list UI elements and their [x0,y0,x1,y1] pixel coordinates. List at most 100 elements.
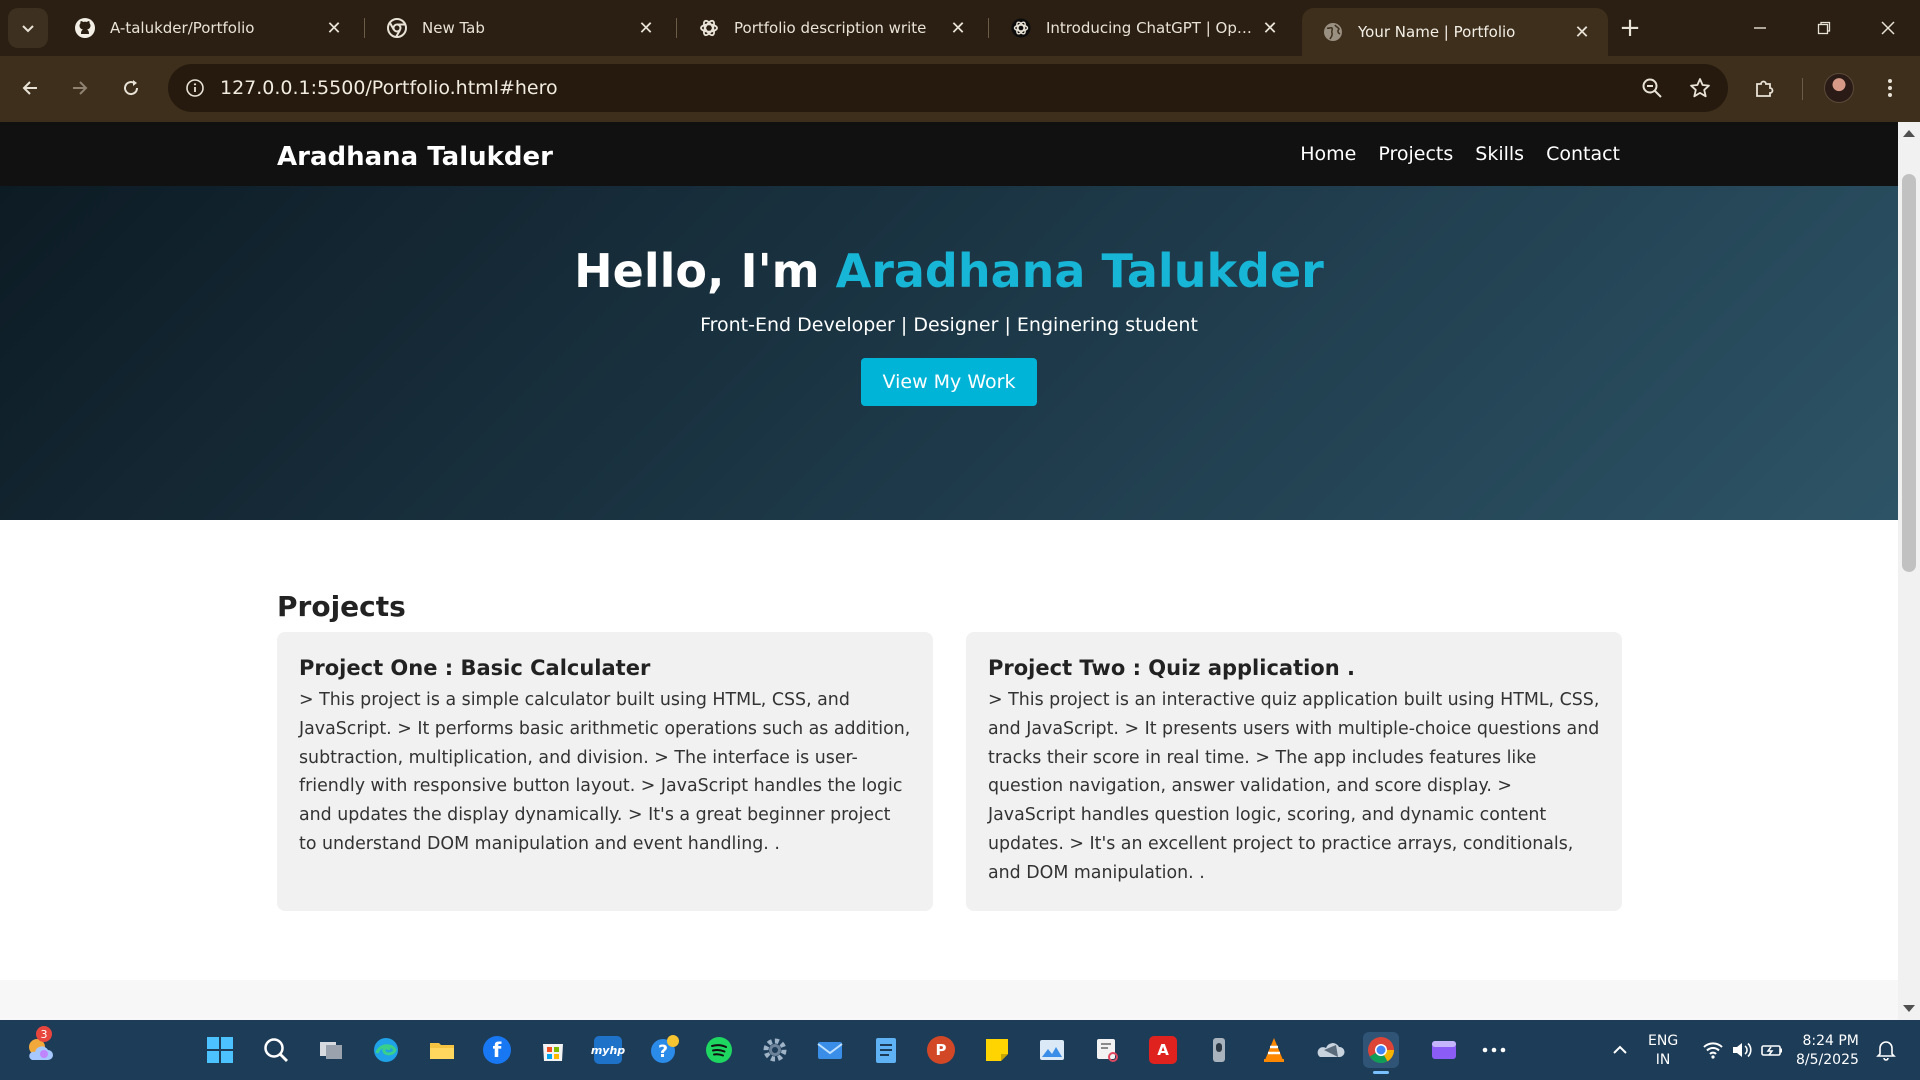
nav-link-contact[interactable]: Contact [1546,143,1620,165]
github-icon [74,17,96,39]
projects-section: Projects Project One : Basic Calculater … [0,520,1898,980]
hero-heading: Hello, I'm Aradhana Talukder [0,244,1898,298]
plus-icon: + [1619,13,1641,43]
back-button[interactable] [12,70,48,106]
tab-separator [364,18,365,38]
edge-icon[interactable] [368,1032,404,1068]
close-tab-icon[interactable]: ✕ [946,16,970,40]
notepad-icon[interactable] [868,1032,904,1068]
snipping-tool-icon[interactable] [1090,1032,1126,1068]
photos-icon[interactable] [1034,1032,1070,1068]
project-title: Project Two : Quiz application . [988,656,1355,680]
scrollbar-thumb[interactable] [1902,174,1916,572]
input-language-indicator[interactable]: ENG IN [1648,1032,1678,1070]
arrow-right-icon [73,81,88,95]
close-tab-icon[interactable]: ✕ [1570,20,1594,44]
chrome-menu-button[interactable] [1872,70,1908,106]
nav-link-skills[interactable]: Skills [1475,143,1524,165]
close-tab-icon[interactable]: ✕ [322,16,346,40]
tab-title: Your Name | Portfolio [1358,23,1516,41]
weather-widget[interactable]: 3 [22,1026,58,1068]
notification-bell-icon[interactable] [1868,1032,1904,1068]
view-my-work-button[interactable]: View My Work [860,358,1038,406]
nav-link-home[interactable]: Home [1300,143,1356,165]
system-clock[interactable]: 8:24 PM 8/5/2025 [1796,1032,1859,1070]
tab-search-button[interactable] [8,8,48,48]
profile-button[interactable] [1821,70,1857,106]
tab-separator [676,18,677,38]
voice-recorder-icon[interactable] [1201,1032,1237,1068]
mail-icon[interactable] [812,1032,848,1068]
new-tab-button[interactable]: + [1614,12,1646,44]
close-tab-icon[interactable]: ✕ [1258,16,1282,40]
chevron-up-icon [1613,1045,1627,1054]
site-brand[interactable]: Aradhana Talukder [277,142,553,172]
task-view-icon[interactable] [313,1032,349,1068]
page-viewport: Aradhana Talukder Home Projects Skills C… [0,122,1898,1020]
close-window-button[interactable] [1856,0,1920,56]
clipchamp-icon[interactable] [1426,1032,1462,1068]
reload-button[interactable] [113,70,149,106]
puzzle-icon [1756,80,1774,97]
browser-tab-new-tab[interactable]: New Tab ✕ [366,8,672,48]
battery-icon[interactable] [1754,1032,1790,1068]
show-hidden-icons-button[interactable] [1602,1032,1638,1068]
acrobat-icon[interactable]: A [1145,1032,1181,1068]
more-vertical-icon [1888,79,1892,97]
restore-button[interactable] [1792,0,1856,56]
openai-icon [1010,17,1032,39]
facebook-icon[interactable]: f [479,1032,515,1068]
browser-tab-portfolio-description[interactable]: Portfolio description write ✕ [678,8,984,48]
address-bar[interactable]: 127.0.0.1:5500/Portfolio.html#hero [168,64,1728,112]
zoom-icon[interactable] [1632,68,1672,108]
url-text[interactable]: 127.0.0.1:5500/Portfolio.html#hero [220,77,1632,99]
site-nav-links: Home Projects Skills Contact [1300,143,1620,165]
vlc-icon[interactable] [1256,1032,1292,1068]
toolbar-divider [1802,78,1803,100]
myhp-icon[interactable]: myhp [590,1032,626,1068]
help-icon[interactable]: ? [646,1032,682,1068]
bookmark-star-icon[interactable] [1680,68,1720,108]
close-icon [1881,21,1895,35]
nav-link-projects[interactable]: Projects [1378,143,1453,165]
microsoft-store-icon[interactable] [535,1032,571,1068]
minimize-icon [1754,27,1766,29]
windows-start-icon[interactable] [202,1032,238,1068]
spotify-icon[interactable] [701,1032,737,1068]
globe-icon [1322,21,1344,43]
skills-section-top [0,980,1898,1020]
restore-icon [1817,21,1831,35]
chrome-icon[interactable] [1363,1032,1399,1074]
tab-separator [988,18,989,38]
sticky-notes-icon[interactable] [979,1032,1015,1068]
search-icon[interactable] [258,1032,294,1068]
file-explorer-icon[interactable] [424,1032,460,1068]
site-info-icon[interactable] [180,73,210,103]
notification-badge: 3 [36,1026,52,1042]
hero-subtitle: Front-End Developer | Designer | Enginer… [700,314,1198,336]
browser-tab-strip: A-talukder/Portfolio ✕ New Tab ✕ Portfol… [0,0,1920,56]
browser-toolbar: 127.0.0.1:5500/Portfolio.html#hero [0,56,1920,122]
onedrive-icon[interactable] [1312,1032,1348,1068]
tab-title: Portfolio description write [734,19,927,37]
hero-name: Aradhana Talukder [835,244,1324,298]
clock-time: 8:24 PM [1802,1033,1859,1049]
extensions-button[interactable] [1746,70,1782,106]
scroll-down-arrow-icon[interactable] [1903,1005,1915,1012]
scroll-up-arrow-icon[interactable] [1903,130,1915,137]
powerpoint-icon[interactable]: P [923,1032,959,1068]
close-tab-icon[interactable]: ✕ [634,16,658,40]
browser-tab-github[interactable]: A-talukder/Portfolio ✕ [54,8,360,48]
settings-icon[interactable] [757,1032,793,1068]
browser-tab-portfolio-active[interactable]: Your Name | Portfolio ✕ [1302,8,1608,56]
chrome-icon [386,17,408,39]
browser-tab-introducing-chatgpt[interactable]: Introducing ChatGPT | OpenAI ✕ [990,8,1296,48]
project-description: > This project is a simple calculator bu… [299,690,911,854]
page-scrollbar[interactable] [1898,122,1920,1020]
forward-button[interactable] [62,70,98,106]
projects-heading: Projects [277,590,406,623]
minimize-button[interactable] [1728,0,1792,56]
clock-date: 8/5/2025 [1796,1052,1859,1068]
more-apps-icon[interactable] [1476,1032,1512,1068]
hero-section: Hello, I'm Aradhana Talukder Front-End D… [0,186,1898,520]
